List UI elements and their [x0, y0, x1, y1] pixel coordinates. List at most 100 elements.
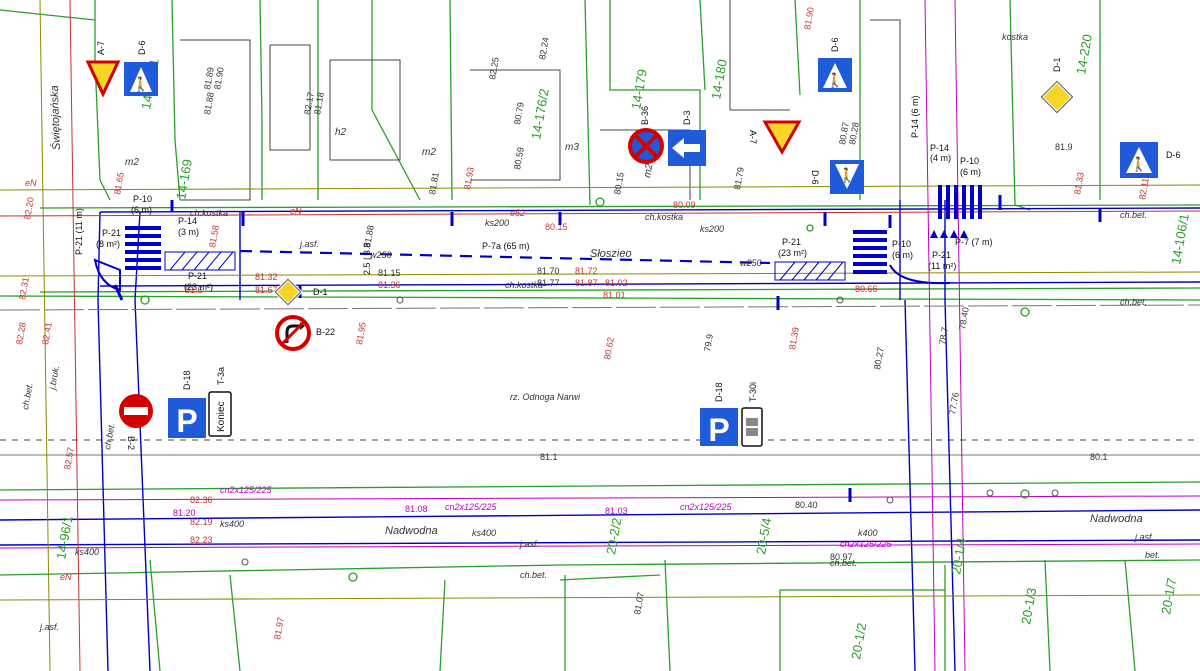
label-ks400: ks400 — [75, 547, 99, 557]
elevation-label: 80.15 — [545, 222, 568, 232]
centerline-dashes — [239, 249, 771, 265]
d1-priority-road-sign-right[interactable]: D-1 — [1039, 57, 1075, 115]
d6-mid-label: D-6 — [830, 37, 840, 52]
marking-p10-left: P-10 — [133, 194, 152, 204]
zebra-crossing-left — [125, 226, 161, 270]
a7-mid-label: A-7 — [748, 130, 758, 144]
label-cn: cn2x125/225 — [445, 502, 498, 512]
map-canvas[interactable]: Słoszieo Nadwodna Nadwodna Świętojańska … — [0, 0, 1200, 671]
d6-crossing-sign-right[interactable]: 🚶 D-6 — [1120, 142, 1181, 178]
d18-parking-sign-left[interactable]: P D-18 — [168, 370, 206, 439]
parking-icon: P — [176, 403, 197, 439]
label-ks400: ks400 — [220, 519, 244, 529]
elevation-label: 82.25 — [487, 56, 501, 80]
label-jasf: j.asf. — [299, 239, 319, 249]
marking-p10-right-len: (6 m) — [892, 250, 913, 260]
elevation-label: 82.57 — [62, 446, 76, 470]
elevation-label: 79.9 — [702, 333, 715, 352]
b36-label: B-36 — [640, 106, 650, 125]
parcel-label: 14-176/2 — [528, 87, 552, 140]
d6-rot-label: D-6 — [810, 170, 820, 185]
d18-parking-sign-mid[interactable]: P D-18 — [700, 382, 738, 448]
parcel-label: 14-179 — [628, 68, 650, 110]
d1-priority-road-sign-center[interactable]: D-1 — [273, 277, 328, 307]
d6-crossing-sign-mid[interactable]: 🚶 D-6 — [818, 37, 852, 92]
parking-icon: P — [708, 412, 729, 448]
elevation-label: 81.70 — [537, 266, 560, 276]
koniec-text: Koniec — [216, 401, 227, 432]
pedestrian-icon: 🚶 — [132, 76, 149, 93]
b2-no-entry-sign[interactable]: B-2 — [119, 394, 153, 450]
label-m2: m2 — [642, 162, 655, 178]
a7-warning-sign-mid[interactable]: A-7 — [748, 120, 802, 156]
elevation-label: 82.24 — [537, 36, 551, 60]
marking-p14-left: P-14 — [178, 216, 197, 226]
label-jasf: j.asf. — [1134, 532, 1154, 542]
label-w250: w250 — [740, 258, 762, 268]
street-main: Słoszieo — [590, 248, 632, 260]
b2-label: B-2 — [126, 436, 136, 450]
b36-no-stopping-sign[interactable]: B-36 — [628, 106, 664, 164]
elevation-label: 81.32 — [255, 272, 278, 282]
elevation-label: 80.97 — [830, 552, 853, 562]
elevation-label: 81.36 — [378, 280, 401, 290]
parcel-label: 14-180 — [708, 58, 730, 100]
parcel-label: 20-1/3 — [1018, 587, 1039, 626]
label-cn: cn2x125/225 — [680, 502, 733, 512]
elevation-label: 81.58 — [207, 224, 221, 248]
elevation-label: 81.81 — [427, 171, 441, 195]
parcel-label: 20-5/4 — [753, 517, 774, 556]
elevation-label: 80.27 — [872, 346, 886, 370]
d6-crossing-sign-rotated[interactable]: 🚶 D-6 — [810, 160, 864, 194]
marking-p10-right: P-10 — [892, 239, 911, 249]
elevation-label: 80.09 — [673, 200, 696, 210]
marking-p10-right-top-len: (6 m) — [960, 167, 981, 177]
label-chkostka: ch.kostka — [645, 212, 683, 222]
street-west: Świętojańska — [48, 85, 63, 150]
label-m3: m3 — [565, 142, 579, 153]
label-kostka: kostka — [1002, 32, 1028, 42]
elevation-label: 80.79 — [512, 101, 526, 125]
t30i-plate[interactable]: T-30i — [741, 382, 763, 447]
parcel-label: 20-1/2 — [848, 622, 869, 661]
marking-p21-left-area: (8 m²) — [96, 239, 120, 249]
d18-left-label: D-18 — [182, 370, 192, 390]
d6-crossing-sign-left[interactable]: 🚶 D-6 — [124, 40, 158, 96]
a7-warning-sign-left[interactable]: A-7 — [85, 41, 121, 98]
marking-p21-mid: P-21 — [782, 237, 801, 247]
elevation-points: 81.72 81.87 82.20 82.31 82.28 82.41 82.5… — [14, 6, 1151, 640]
label-chbet: ch.bet. — [20, 382, 35, 410]
elevation-label: 81.88 — [202, 91, 216, 115]
b22-no-right-turn-sign[interactable]: B-22 — [275, 315, 335, 351]
d1-right-label: D-1 — [1052, 57, 1062, 72]
label-chbet: ch.bet. — [1120, 297, 1147, 307]
elevation-label: 77.76 — [947, 391, 961, 415]
elevation-label: 81.39 — [787, 326, 801, 350]
label-ks200: ks200 — [485, 218, 509, 228]
elevation-label: 81.08 — [405, 504, 428, 514]
elevation-label: 81.07 — [632, 591, 646, 615]
elevation-label: 82.11 — [1137, 177, 1151, 200]
t3a-end-plate[interactable]: Koniec T-3a — [208, 367, 232, 437]
a7-left-label: A-7 — [96, 41, 106, 55]
elevation-label: 82.23 — [190, 535, 213, 545]
elevation-label: 81.65 — [112, 171, 126, 195]
marking-p14-left-len: (3 m) — [178, 227, 199, 237]
elevation-label: 82.36 — [190, 495, 213, 505]
hatched-area-left — [164, 251, 236, 271]
t3a-label: T-3a — [216, 367, 226, 385]
d6-right-label: D-6 — [1166, 150, 1181, 160]
marking-p10-left-len: (6 m) — [131, 205, 152, 215]
parcel-label: 14-220 — [1073, 33, 1095, 75]
zebra-crossing-right — [853, 230, 887, 274]
label-jbruk: j.bruk. — [47, 364, 61, 391]
elevation-label: 81.95 — [354, 321, 368, 345]
elevation-label: 81.1 — [540, 452, 558, 462]
elevation-label: 81.90 — [802, 6, 816, 30]
marking-p21-left: P-21 — [102, 228, 121, 238]
parcel-label: 14-106/1 — [1168, 212, 1192, 265]
label-jasf: j.asf. — [519, 539, 539, 549]
elevation-label: 81.72 — [575, 266, 598, 276]
elevation-label: 80.66 — [855, 284, 878, 294]
elevation-label: 82.20 — [22, 196, 36, 220]
